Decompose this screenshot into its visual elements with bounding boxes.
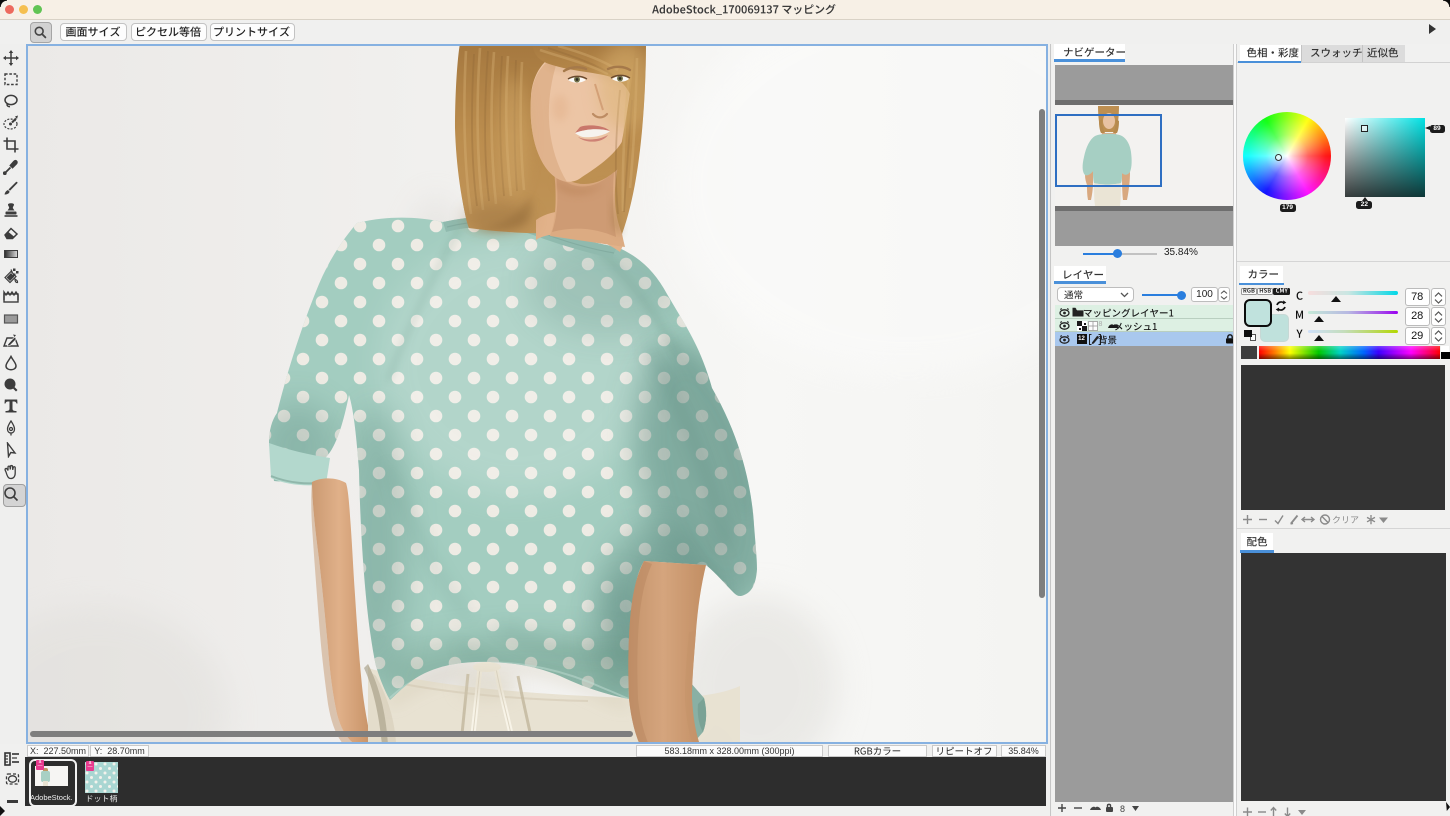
svg-text:8: 8 [1120, 804, 1125, 814]
